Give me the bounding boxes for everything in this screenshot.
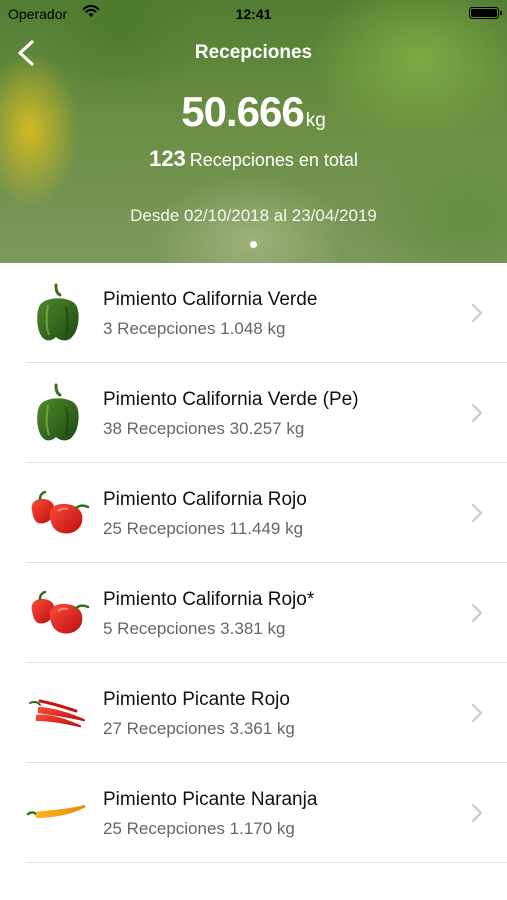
green-pepper-icon (26, 381, 90, 445)
chevron-right-icon (472, 804, 482, 822)
status-time: 12:41 (235, 6, 272, 22)
status-bar: Operador 12:41 (0, 0, 507, 28)
chevron-right-icon (472, 504, 482, 522)
chevron-right-icon (472, 404, 482, 422)
item-detail: 27 Recepciones 3.361 kg (103, 719, 295, 738)
red-peppers-icon (26, 481, 90, 545)
battery-icon (469, 7, 502, 19)
list-item[interactable]: Pimiento Picante Naranja 25 Recepciones … (0, 763, 507, 863)
receptions-label: Recepciones en total (189, 150, 358, 170)
chevron-right-icon (472, 304, 482, 322)
total-weight-value: 50.666 (181, 88, 304, 135)
chevron-right-icon (472, 704, 482, 722)
item-detail: 25 Recepciones 1.170 kg (103, 819, 295, 838)
item-detail: 38 Recepciones 30.257 kg (103, 419, 305, 438)
item-title: Pimiento California Rojo (103, 489, 307, 510)
item-title: Pimiento California Verde (103, 289, 318, 310)
receptions-count: 123 (149, 146, 186, 171)
green-pepper-icon (26, 281, 90, 345)
total-weight: 50.666 kg (0, 88, 507, 136)
list-item[interactable]: Pimiento California Rojo* 5 Recepciones … (0, 563, 507, 663)
item-detail: 25 Recepciones 11.449 kg (103, 519, 304, 538)
list-item[interactable]: Pimiento California Verde 3 Recepciones … (0, 263, 507, 363)
orange-chili-icon (26, 781, 90, 845)
red-chili-icon (26, 681, 90, 745)
red-peppers-icon (26, 581, 90, 645)
item-detail: 5 Recepciones 3.381 kg (103, 619, 286, 638)
total-weight-unit: kg (305, 110, 326, 131)
page-title: Recepciones (194, 42, 313, 63)
receptions-total: 123 Recepciones en total (0, 146, 507, 172)
product-list: Pimiento California Verde 3 Recepciones … (0, 263, 507, 863)
chevron-right-icon (472, 604, 482, 622)
list-item[interactable]: Pimiento California Rojo 25 Recepciones … (0, 463, 507, 563)
item-detail: 3 Recepciones 1.048 kg (103, 319, 286, 338)
list-item[interactable]: Pimiento California Verde (Pe) 38 Recepc… (0, 363, 507, 463)
item-title: Pimiento California Verde (Pe) (103, 389, 359, 410)
item-title: Pimiento Picante Naranja (103, 789, 318, 810)
date-range: Desde 02/10/2018 al 23/04/2019 (130, 206, 377, 225)
item-title: Pimiento Picante Rojo (103, 689, 290, 710)
item-title: Pimiento California Rojo* (103, 589, 315, 610)
page-indicator-dot[interactable] (250, 241, 257, 248)
list-item[interactable]: Pimiento Picante Rojo 27 Recepciones 3.3… (0, 663, 507, 763)
